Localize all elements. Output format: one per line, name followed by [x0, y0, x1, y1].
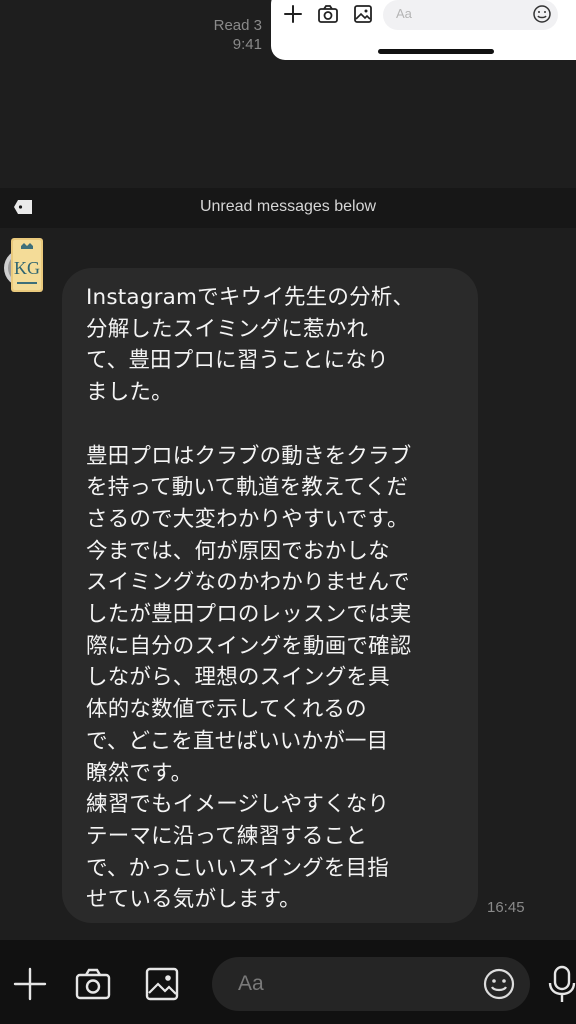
emoji-icon[interactable]	[482, 967, 516, 1005]
composer-bar: Aa	[0, 940, 576, 1024]
microphone-icon[interactable]	[548, 964, 576, 1008]
read-count: Read 3	[213, 17, 262, 34]
overlay-toolbar	[279, 0, 384, 28]
overlay-input-placeholder: Aa	[396, 6, 412, 21]
plus-icon[interactable]	[279, 0, 307, 28]
avatar-text: KG	[14, 258, 40, 278]
image-icon[interactable]	[349, 0, 377, 28]
unread-banner: Unread messages below	[0, 188, 576, 228]
read-status: Read 3 9:41	[214, 16, 262, 54]
message-bubble[interactable]: Instagramでキウイ先生の分析、 分解したスイミングに惹かれ て、豊田プロ…	[62, 268, 478, 923]
avatar[interactable]: KG	[3, 238, 49, 292]
home-indicator	[378, 49, 494, 54]
message-input[interactable]: Aa	[212, 957, 530, 1011]
overlay-message-input[interactable]: Aa	[383, 0, 558, 30]
read-time: 9:41	[232, 36, 262, 53]
unread-banner-text: Unread messages below	[199, 198, 377, 215]
camera-icon[interactable]	[314, 0, 342, 28]
plus-icon[interactable]	[10, 964, 50, 1004]
message-time: 16:45	[487, 899, 525, 916]
overlay-composer-card: Aa	[271, 0, 576, 60]
camera-icon[interactable]	[73, 964, 113, 1004]
emoji-icon[interactable]	[532, 4, 552, 28]
message-text: Instagramでキウイ先生の分析、 分解したスイミングに惹かれ て、豊田プロ…	[86, 285, 415, 913]
image-icon[interactable]	[142, 964, 182, 1004]
message-input-placeholder: Aa	[238, 972, 264, 995]
